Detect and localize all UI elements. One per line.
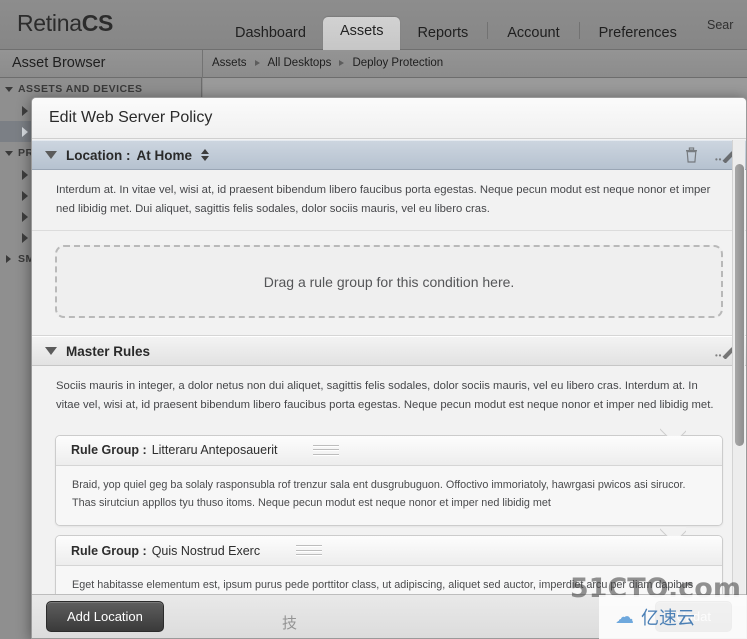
triangle-down-icon <box>5 151 13 156</box>
top-navigation-bar: RetinaCS Dashboard Assets Reports Accoun… <box>0 0 747 51</box>
tab-account[interactable]: Account <box>490 19 576 50</box>
drag-handle-icon[interactable] <box>296 545 323 557</box>
nav-tabs: Dashboard Assets Reports Account Prefere… <box>218 16 694 51</box>
triangle-right-icon <box>6 255 11 263</box>
dropzone-label: Drag a rule group for this condition her… <box>263 273 515 290</box>
add-location-button[interactable]: Add Location <box>46 601 164 632</box>
location-section-header[interactable]: Location : At Home <box>32 140 746 170</box>
location-value: At Home <box>136 147 193 163</box>
triangle-right-icon <box>22 106 28 116</box>
location-actions <box>685 147 737 164</box>
dropzone-container: Drag a rule group for this condition her… <box>32 231 746 337</box>
master-rules-label: Master Rules <box>66 343 151 359</box>
breadcrumb: Assets All Desktops Deploy Protection <box>212 57 443 69</box>
triangle-right-icon <box>22 170 28 180</box>
master-rules-section-header[interactable]: Master Rules <box>32 336 746 367</box>
breadcrumb-item-assets[interactable]: Assets <box>212 57 247 69</box>
tab-assets[interactable]: Assets <box>322 17 401 51</box>
page-title: Asset Browser <box>12 55 106 71</box>
trash-icon[interactable] <box>685 147 698 163</box>
sidebar-group-label: ASSETS AND DEVICES <box>18 83 143 95</box>
location-label: Location : <box>66 147 131 163</box>
update-button[interactable]: Updat <box>655 601 732 632</box>
tab-reports[interactable]: Reports <box>400 19 485 50</box>
triangle-down-icon <box>5 87 13 92</box>
rule-group-list: Rule Group : Litteraru Anteposauerit Bra… <box>32 426 746 594</box>
tab-dashboard[interactable]: Dashboard <box>218 19 323 50</box>
breadcrumb-item-deploy-protection[interactable]: Deploy Protection <box>352 57 443 69</box>
rule-group-name: Quis Nostrud Exerc <box>151 543 261 558</box>
tab-preferences[interactable]: Preferences <box>582 19 694 50</box>
drag-handle-icon[interactable] <box>313 444 340 456</box>
rule-group-item[interactable]: Rule Group : Litteraru Anteposauerit Bra… <box>55 434 723 527</box>
notch-decoration <box>660 427 686 436</box>
application-window: RetinaCS Dashboard Assets Reports Accoun… <box>0 0 747 639</box>
dialog-body: Location : At Home Interdum at. In vitae… <box>32 140 746 594</box>
triangle-down-icon[interactable] <box>45 151 57 159</box>
app-logo: RetinaCS <box>17 10 113 37</box>
notch-decoration <box>660 527 686 536</box>
triangle-right-icon <box>22 127 28 137</box>
breadcrumb-item-all-desktops[interactable]: All Desktops <box>268 57 332 69</box>
logo-prefix: Retina <box>17 10 82 36</box>
master-rules-description: Sociis mauris in integer, a dolor netus … <box>32 366 746 427</box>
dialog-scrollbar[interactable] <box>732 140 745 594</box>
rule-group-name: Litteraru Anteposauerit <box>151 443 278 457</box>
scrollbar-thumb[interactable] <box>735 164 744 446</box>
triangle-down-icon[interactable] <box>45 347 57 356</box>
triangle-right-icon <box>22 212 28 222</box>
nav-separator <box>578 22 580 39</box>
rule-group-label: Rule Group : <box>71 543 147 558</box>
up-down-stepper-icon[interactable] <box>201 149 210 161</box>
nav-separator <box>487 22 489 39</box>
dialog-title: Edit Web Server Policy <box>32 98 746 139</box>
triangle-right-icon <box>22 191 28 201</box>
chevron-right-icon <box>339 60 345 66</box>
rule-group-header[interactable]: Rule Group : Litteraru Anteposauerit <box>56 435 722 466</box>
rule-group-body: Eget habitasse elementum est, ipsum puru… <box>56 566 722 594</box>
search-input[interactable]: Sear <box>707 18 741 32</box>
chevron-right-icon <box>254 60 260 66</box>
rule-group-dropzone[interactable]: Drag a rule group for this condition her… <box>55 245 723 319</box>
rule-group-body: Braid, yop quiel geg ba solaly rasponsub… <box>56 465 722 526</box>
edit-policy-dialog: Edit Web Server Policy Location : At Hom… <box>31 97 747 639</box>
triangle-right-icon <box>22 233 28 243</box>
rule-group-item[interactable]: Rule Group : Quis Nostrud Exerc Eget hab… <box>55 535 723 594</box>
sub-header-bar: Asset Browser Assets All Desktops Deploy… <box>0 50 747 78</box>
location-description: Interdum at. In vitae vel, wisi at, id p… <box>32 170 746 232</box>
rule-group-header[interactable]: Rule Group : Quis Nostrud Exerc <box>56 536 722 567</box>
logo-suffix: CS <box>81 10 114 36</box>
dialog-footer: Add Location Updat <box>32 594 746 638</box>
rule-group-label: Rule Group : <box>71 443 147 457</box>
subbar-divider <box>202 50 203 78</box>
